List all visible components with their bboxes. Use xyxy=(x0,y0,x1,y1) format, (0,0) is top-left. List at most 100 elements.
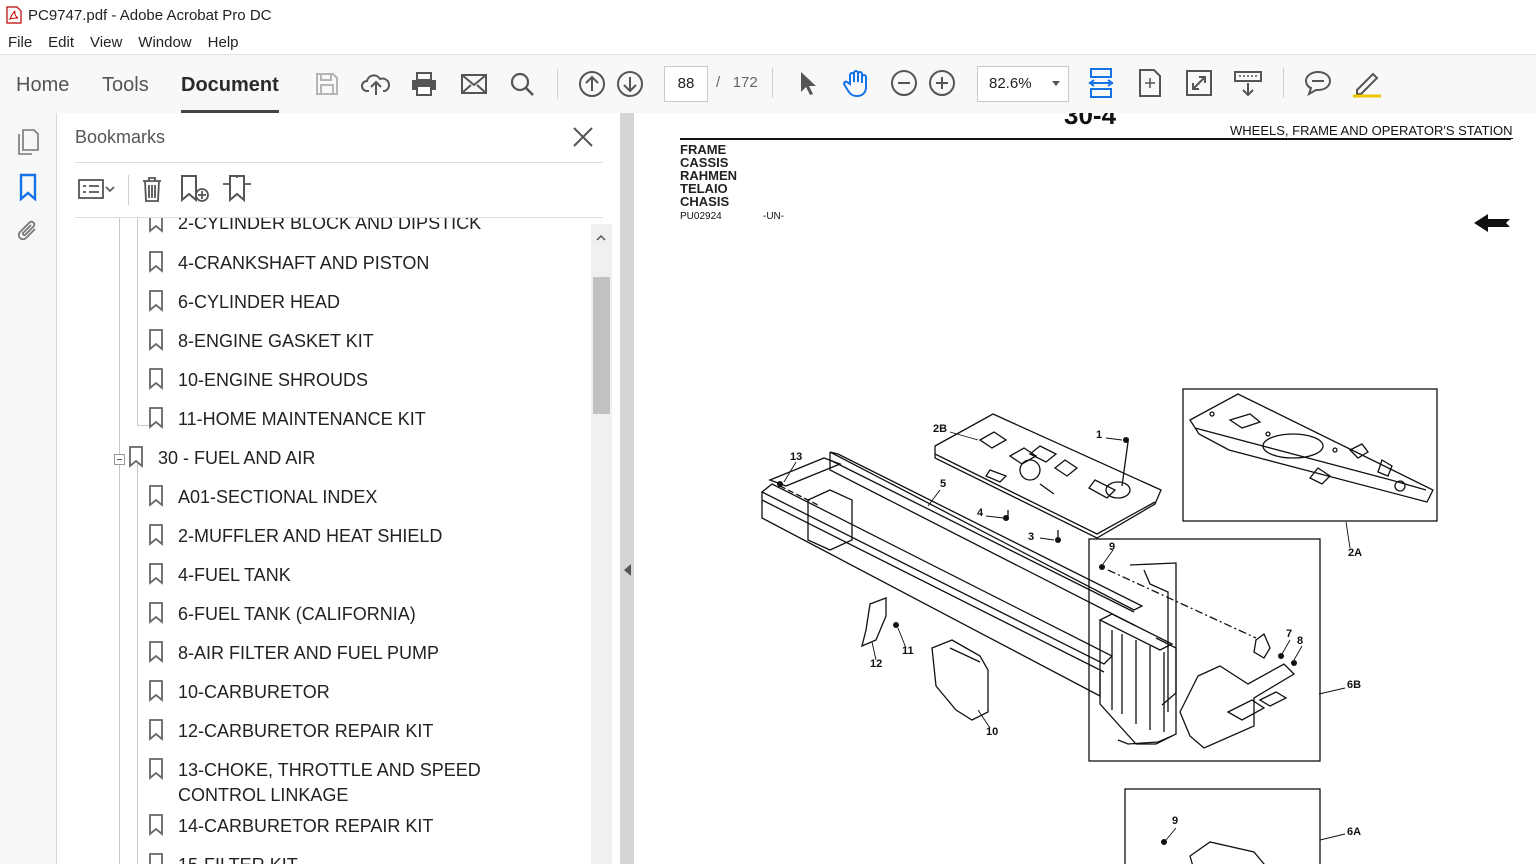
save-icon[interactable] xyxy=(311,68,343,100)
tab-document[interactable]: Document xyxy=(181,55,279,113)
bookmark-section-fuel-and-air[interactable]: 30 - FUEL AND AIR xyxy=(128,446,315,471)
bookmark-icon xyxy=(149,719,163,741)
bookmark-icon xyxy=(149,407,163,429)
bookmark-item[interactable]: 13-CHOKE, THROTTLE AND SPEED CONTROL LIN… xyxy=(148,758,548,808)
bookmark-icon xyxy=(149,368,163,390)
bookmark-icon xyxy=(149,329,163,351)
tree-line xyxy=(137,463,138,864)
bookmarks-icon[interactable] xyxy=(13,172,43,202)
callout-label: 2A xyxy=(1348,547,1363,559)
panel-splitter[interactable] xyxy=(620,113,634,864)
callout-label: 1 xyxy=(1096,429,1103,441)
collapse-toggle[interactable] xyxy=(114,454,125,465)
title-bar: PC9747.pdf - Adobe Acrobat Pro DC xyxy=(0,0,1536,30)
panel-title: Bookmarks xyxy=(75,127,166,147)
callout-label: 9 xyxy=(1109,541,1116,553)
select-pointer-icon[interactable] xyxy=(791,67,823,99)
bookmark-icon xyxy=(149,524,163,546)
bookmark-item[interactable]: 10-ENGINE SHROUDS xyxy=(148,368,368,393)
hand-tool-icon[interactable] xyxy=(840,67,872,99)
bookmark-icon xyxy=(149,680,163,702)
close-icon[interactable] xyxy=(571,125,595,149)
scrolling-mode-icon[interactable] xyxy=(1085,67,1117,99)
callout-label: 6A xyxy=(1347,826,1362,838)
email-icon[interactable] xyxy=(458,68,490,100)
collapse-panel-icon[interactable] xyxy=(624,564,631,576)
menu-help[interactable]: Help xyxy=(208,34,239,51)
scrollbar-thumb[interactable] xyxy=(593,277,610,414)
callout-label: 10 xyxy=(986,726,999,738)
zoom-level-select[interactable]: 82.6% xyxy=(977,66,1069,102)
next-page-icon[interactable] xyxy=(614,68,646,100)
bookmark-icon xyxy=(149,641,163,663)
callout-label: 7 xyxy=(1286,628,1293,640)
callout-label: 4 xyxy=(977,507,984,519)
fit-page-icon[interactable] xyxy=(1134,67,1166,99)
print-icon[interactable] xyxy=(408,68,440,100)
callout-label: 6B xyxy=(1347,679,1362,691)
bookmark-icon xyxy=(149,290,163,312)
menu-window[interactable]: Window xyxy=(138,34,191,51)
highlight-pen-icon[interactable] xyxy=(1351,67,1383,99)
bookmark-icon xyxy=(129,446,143,468)
bookmark-tree: 2-CYLINDER BLOCK AND DIPSTICK 4-CRANKSHA… xyxy=(75,218,590,864)
bookmark-item[interactable]: 2-MUFFLER AND HEAT SHIELD xyxy=(148,524,442,549)
inset-box-6b xyxy=(1088,538,1321,762)
read-mode-icon[interactable] xyxy=(1232,67,1264,99)
attachments-icon[interactable] xyxy=(13,216,43,246)
menu-file[interactable]: File xyxy=(8,34,32,51)
inset-box-6a xyxy=(1124,788,1321,864)
page-thumbnails-icon[interactable] xyxy=(13,127,43,157)
toolbar-separator xyxy=(128,175,129,205)
bookmark-item[interactable]: 8-AIR FILTER AND FUEL PUMP xyxy=(148,641,439,666)
page-number-input[interactable]: 88 xyxy=(664,66,708,102)
bookmark-item[interactable]: 12-CARBURETOR REPAIR KIT xyxy=(148,719,433,744)
bookmark-item[interactable]: 14-CARBURETOR REPAIR KIT xyxy=(148,814,433,839)
bookmark-item[interactable]: 6-FUEL TANK (CALIFORNIA) xyxy=(148,602,416,627)
new-bookmark-icon[interactable] xyxy=(178,172,210,206)
bookmark-properties-icon[interactable] xyxy=(220,172,254,206)
tab-home[interactable]: Home xyxy=(16,55,69,113)
bookmark-item[interactable]: 4-FUEL TANK xyxy=(148,563,291,588)
bookmark-item[interactable]: A01-SECTIONAL INDEX xyxy=(148,485,377,510)
full-screen-icon[interactable] xyxy=(1183,67,1215,99)
inset-box-2a xyxy=(1182,388,1438,522)
cloud-upload-icon[interactable] xyxy=(360,68,392,100)
frame-parts-diagram xyxy=(760,388,1438,864)
bookmark-item[interactable]: 8-ENGINE GASKET KIT xyxy=(148,329,374,354)
bookmark-item[interactable]: 6-CYLINDER HEAD xyxy=(148,290,340,315)
previous-page-icon[interactable] xyxy=(576,68,608,100)
tab-tools[interactable]: Tools xyxy=(102,55,149,113)
callout-label: 3 xyxy=(1028,531,1035,543)
options-menu-icon[interactable] xyxy=(77,172,115,206)
bookmark-icon xyxy=(149,758,163,780)
callout-label: 11 xyxy=(902,645,914,657)
comment-icon[interactable] xyxy=(1302,67,1334,99)
search-icon[interactable] xyxy=(506,68,538,100)
bookmark-item[interactable]: 10-CARBURETOR xyxy=(148,680,330,705)
zoom-out-icon[interactable] xyxy=(888,67,920,99)
delete-icon[interactable] xyxy=(137,172,167,206)
page-total: / 172 xyxy=(716,74,758,91)
callout-label: 13 xyxy=(790,451,803,463)
zoom-in-icon[interactable] xyxy=(926,67,958,99)
menu-view[interactable]: View xyxy=(90,34,122,51)
bookmark-icon xyxy=(149,251,163,273)
bookmark-icon xyxy=(149,814,163,836)
pdf-file-icon xyxy=(6,6,22,24)
document-view[interactable]: 30-4 WHEELS, FRAME AND OPERATOR'S STATIO… xyxy=(634,113,1536,864)
tree-line xyxy=(119,218,120,864)
bookmark-item[interactable]: 15-FILTER KIT xyxy=(148,853,298,864)
toolbar-separator xyxy=(772,68,773,98)
bookmark-item[interactable]: 4-CRANKSHAFT AND PISTON xyxy=(148,251,429,276)
callout-label: 2B xyxy=(933,423,948,435)
bookmark-item[interactable]: 2-CYLINDER BLOCK AND DIPSTICK xyxy=(148,218,481,236)
scroll-up-icon[interactable] xyxy=(596,230,606,241)
callout-label: 5 xyxy=(940,478,947,490)
toolbar-separator xyxy=(557,69,558,99)
bookmark-item[interactable]: 11-HOME MAINTENANCE KIT xyxy=(148,407,426,432)
chevron-down-icon xyxy=(1052,81,1060,86)
tree-line xyxy=(137,218,138,425)
bookmark-icon xyxy=(149,563,163,585)
menu-edit[interactable]: Edit xyxy=(48,34,74,51)
